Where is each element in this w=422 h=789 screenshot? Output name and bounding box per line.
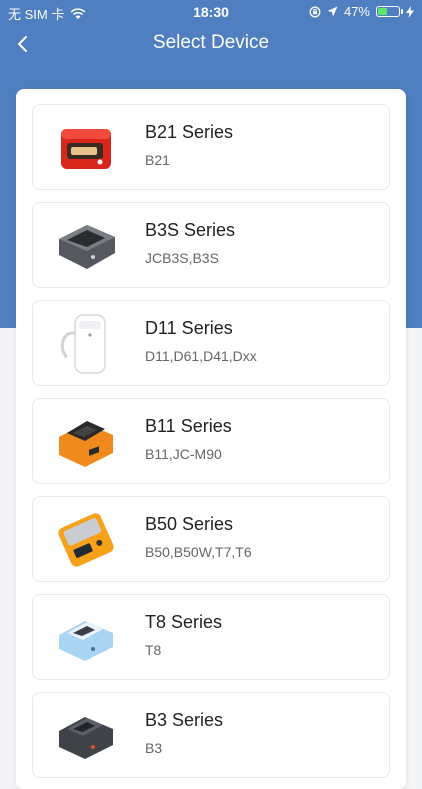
device-item-b3[interactable]: B3 Series B3 <box>32 692 390 778</box>
red-label-printer-image <box>61 129 111 169</box>
gray-label-printer-image <box>59 225 115 269</box>
device-title: B11 Series <box>145 416 232 436</box>
navigation-bar: Select Device <box>0 24 422 64</box>
device-models: B3 <box>145 740 163 756</box>
battery-percent: 47% <box>343 4 370 19</box>
device-list-card: B21 Series B21 B3S Series JCB3S,B3S D11 … <box>16 89 406 789</box>
rotation-lock-icon <box>309 6 321 17</box>
page-title: Select Device <box>152 32 270 53</box>
blue-label-printer-image <box>59 621 113 661</box>
status-bar: 无 SIM 卡 18:30 47% <box>0 0 422 24</box>
device-item-t8[interactable]: T8 Series T8 <box>32 594 390 680</box>
device-title: B3 Series <box>145 710 224 730</box>
battery-icon <box>376 6 403 17</box>
status-right: 47% <box>309 4 414 19</box>
device-item-b11[interactable]: B11 Series B11,JC-M90 <box>32 398 390 484</box>
device-models: T8 <box>145 642 162 658</box>
location-icon <box>327 6 338 17</box>
device-models: D11,D61,D41,Dxx <box>145 348 257 364</box>
device-title: D11 Series <box>145 318 233 338</box>
device-item-d11[interactable]: D11 Series D11,D61,D41,Dxx <box>32 300 390 386</box>
device-title: B50 Series <box>145 514 234 534</box>
orange-handheld-printer-image <box>58 513 114 567</box>
device-models: B50,B50W,T7,T6 <box>145 544 252 560</box>
device-item-b50[interactable]: B50 Series B50,B50W,T7,T6 <box>32 496 390 582</box>
orange-label-printer-image <box>59 421 113 467</box>
device-item-b21[interactable]: B21 Series B21 <box>32 104 390 190</box>
battery-fill <box>378 8 387 15</box>
charging-icon <box>406 5 414 18</box>
device-title: B3S Series <box>145 220 236 240</box>
device-models: B21 <box>145 152 170 168</box>
dark-label-printer-image <box>59 717 113 759</box>
device-models: B11,JC-M90 <box>145 446 222 462</box>
device-item-b3s[interactable]: B3S Series JCB3S,B3S <box>32 202 390 288</box>
device-models: JCB3S,B3S <box>145 250 219 266</box>
device-title: B21 Series <box>145 122 234 142</box>
white-label-printer-image <box>60 314 106 374</box>
device-title: T8 Series <box>145 612 223 632</box>
